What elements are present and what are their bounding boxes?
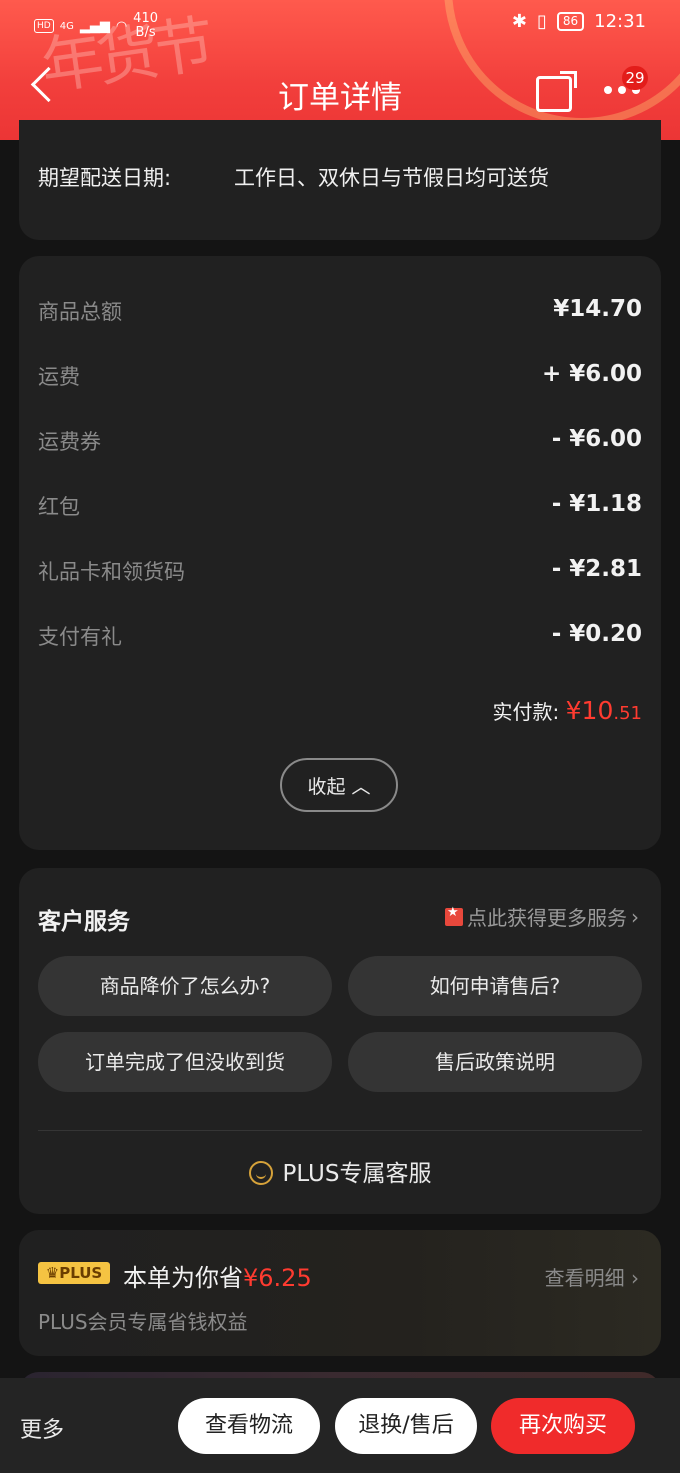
wifi-icon: ◠: [115, 18, 128, 34]
fee-value: + ¥6.00: [541, 361, 642, 387]
clock: 12:31: [594, 11, 646, 32]
fee-value: - ¥2.81: [551, 556, 642, 582]
fee-row: 运费券 - ¥6.00: [38, 426, 642, 456]
battery-indicator: 86: [556, 12, 585, 31]
faq-policy[interactable]: 售后政策说明: [348, 1032, 642, 1092]
network-speed: 410 B/s: [133, 12, 158, 40]
customer-service-card: 客户服务 点此获得更多服务 › 商品降价了怎么办? 如何申请售后? 订单完成了但…: [19, 868, 661, 1214]
plus-saved-amount: ¥6.25: [243, 1264, 312, 1292]
paid-value: ¥10.51: [566, 696, 642, 725]
plus-subtitle: PLUS会员专属省钱权益: [38, 1310, 248, 1334]
paid-decimal: .51: [613, 703, 642, 724]
bluetooth-icon: ✱: [511, 11, 527, 32]
plus-customer-service[interactable]: PLUS专属客服: [19, 1154, 661, 1188]
faq-after-sale[interactable]: 如何申请售后?: [348, 956, 642, 1016]
fee-row: 支付有礼 - ¥0.20: [38, 621, 642, 651]
signal-icon: ▂▄▆: [79, 18, 110, 34]
fee-row: 商品总额 ¥14.70: [38, 296, 642, 326]
price-breakdown-card: 商品总额 ¥14.70 运费 + ¥6.00 运费券 - ¥6.00 红包 - …: [19, 256, 661, 850]
fee-value: - ¥6.00: [551, 426, 642, 452]
plus-badge-label: PLUS: [59, 1264, 103, 1282]
hd-indicator: HD: [34, 19, 54, 33]
delivery-date-value: 工作日、双休日与节假日均可送货: [234, 166, 549, 190]
service-title: 客户服务: [38, 909, 130, 935]
plus-title-text: 本单为你省: [123, 1264, 243, 1292]
more-services-link[interactable]: 点此获得更多服务 ›: [445, 902, 639, 931]
speed-value: 410: [133, 11, 158, 26]
plus-service-label: PLUS专属客服: [282, 1161, 432, 1187]
fee-label: 商品总额: [38, 300, 122, 324]
plus-badge: ♛PLUS: [38, 1262, 110, 1284]
plus-savings-title: 本单为你省¥6.25: [123, 1258, 312, 1293]
bottom-action-bar: 更多 查看物流 退换/售后 再次购买: [0, 1378, 680, 1473]
fee-label: 运费券: [38, 430, 101, 454]
view-details-link[interactable]: 查看明细 ›: [545, 1262, 639, 1291]
vibrate-icon: ▯: [536, 11, 547, 32]
service-flag-icon: [445, 905, 463, 926]
message-badge: 29: [622, 66, 648, 90]
faq-price-drop[interactable]: 商品降价了怎么办?: [38, 956, 332, 1016]
fee-value: - ¥0.20: [551, 621, 642, 647]
fee-label: 红包: [38, 495, 80, 519]
fee-label: 支付有礼: [38, 625, 122, 649]
fee-value: ¥14.70: [553, 296, 642, 322]
chevron-up-icon: ︿: [351, 776, 371, 798]
crown-icon: ♛: [45, 1264, 60, 1282]
divider: [38, 1130, 642, 1131]
more-button[interactable]: 更多: [20, 1412, 64, 1444]
smile-service-icon: [248, 1161, 273, 1185]
share-icon[interactable]: [536, 76, 572, 112]
header-bar: 年货节 HD 4G ▂▄▆ ◠ 410 B/s ✱ ▯ 86 12:31 订单详…: [0, 0, 680, 140]
paid-currency: ¥: [565, 696, 582, 725]
plus-savings-card[interactable]: ♛PLUS 本单为你省¥6.25 查看明细 › PLUS会员专属省钱权益: [19, 1230, 661, 1356]
chevron-right-icon: ›: [631, 1266, 639, 1290]
paid-integer: 10: [581, 696, 614, 725]
fee-value: - ¥1.18: [551, 491, 642, 517]
fee-label: 运费: [38, 365, 80, 389]
view-logistics-button[interactable]: 查看物流: [178, 1398, 320, 1454]
chevron-right-icon: ›: [631, 904, 639, 929]
fee-row: 红包 - ¥1.18: [38, 491, 642, 521]
paid-label: 实付款:: [492, 700, 560, 724]
speed-unit: B/s: [135, 25, 156, 40]
network-label: 4G: [59, 20, 74, 32]
paid-amount: 实付款: ¥10.51: [493, 696, 642, 725]
fee-row: 礼品卡和领货码 - ¥2.81: [38, 556, 642, 586]
fee-row: 运费 + ¥6.00: [38, 361, 642, 391]
collapse-button[interactable]: 收起 ︿: [280, 758, 398, 812]
return-after-sale-button[interactable]: 退换/售后: [335, 1398, 477, 1454]
delivery-date-label: 期望配送日期:: [38, 166, 172, 190]
collapse-label: 收起: [307, 776, 346, 798]
buy-again-button[interactable]: 再次购买: [491, 1398, 635, 1454]
more-services-label: 点此获得更多服务: [467, 906, 627, 930]
fee-label: 礼品卡和领货码: [38, 560, 185, 584]
page-title: 订单详情: [278, 80, 402, 116]
status-bar: HD 4G ▂▄▆ ◠ 410 B/s ✱ ▯ 86 12:31: [0, 8, 680, 40]
delivery-card: 期望配送日期: 工作日、双休日与节假日均可送货: [19, 120, 661, 240]
view-details-label: 查看明细: [544, 1266, 625, 1290]
faq-not-received[interactable]: 订单完成了但没收到货: [38, 1032, 332, 1092]
